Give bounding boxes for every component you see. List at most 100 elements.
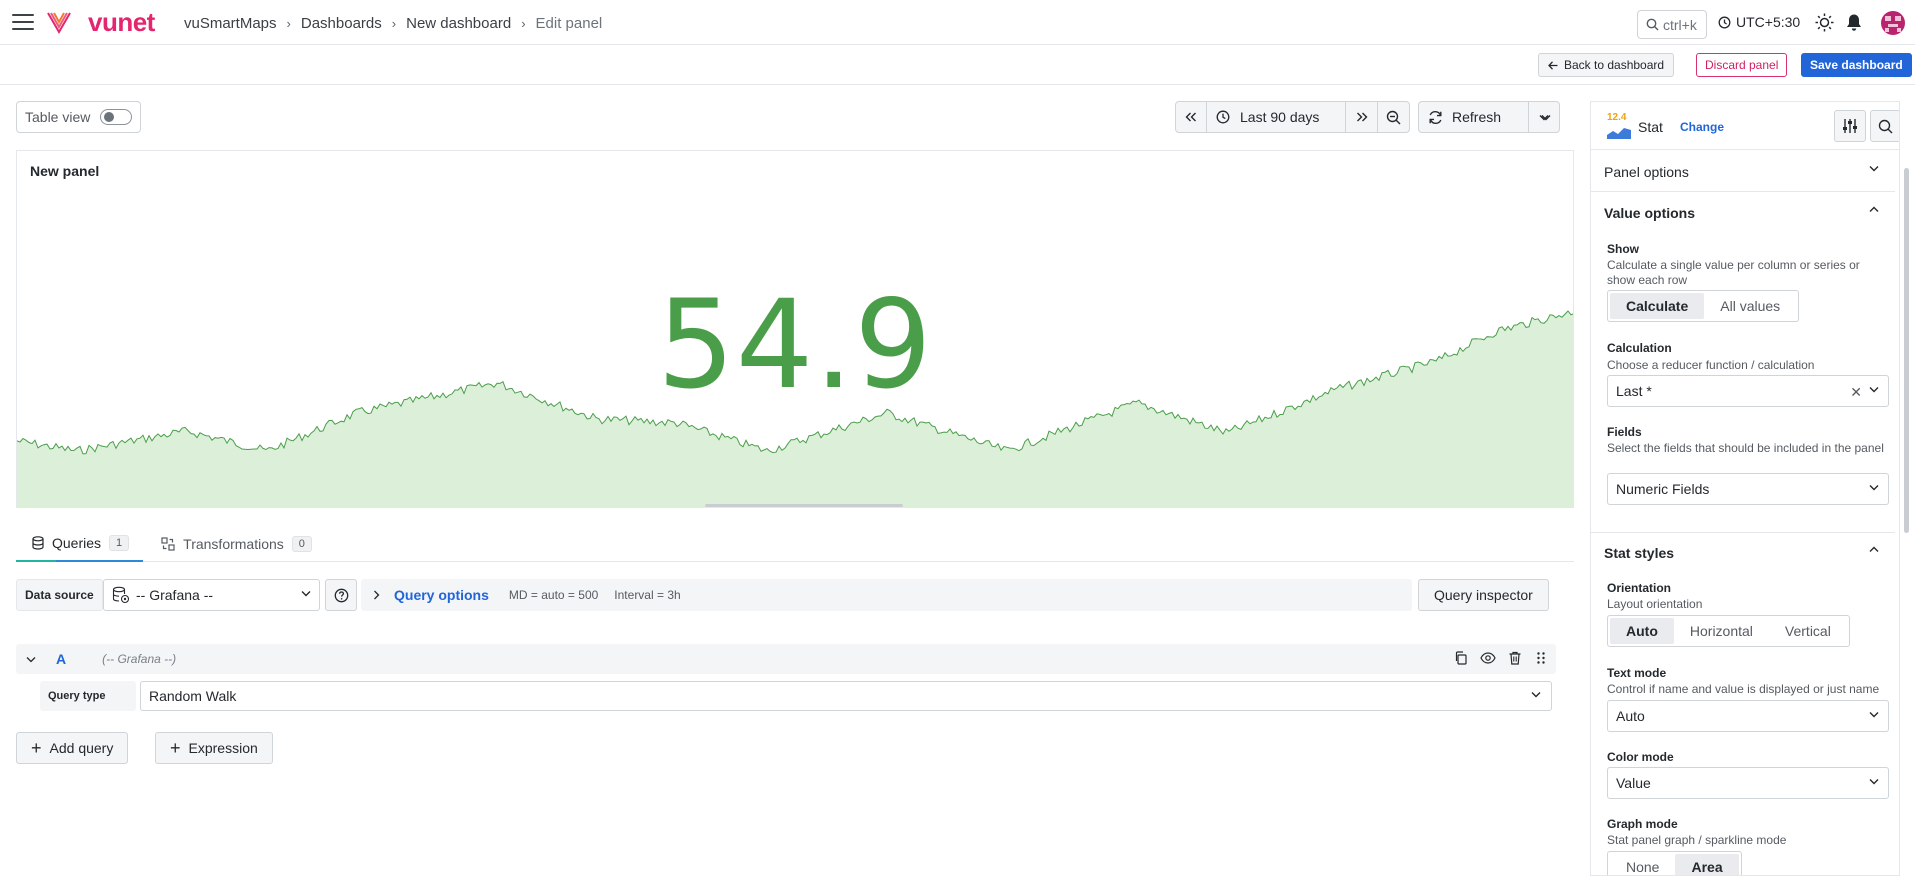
clock-icon	[1216, 110, 1230, 124]
query-inspector-button[interactable]: Query inspector	[1418, 579, 1549, 611]
stat-styles-section[interactable]: Stat styles	[1591, 532, 1895, 572]
orientation-auto-option[interactable]: Auto	[1610, 618, 1674, 644]
interval-info: Interval = 3h	[614, 588, 681, 602]
query-options-toggle[interactable]: Query options MD = auto = 500 Interval =…	[361, 579, 1412, 611]
avatar[interactable]	[1881, 11, 1905, 35]
options-scrollbar[interactable]	[1904, 168, 1909, 533]
orientation-radio-group: Auto Horizontal Vertical	[1607, 615, 1850, 647]
graph-mode-description: Stat panel graph / sparkline mode	[1607, 833, 1787, 847]
search-button[interactable]: ctrl+k	[1637, 10, 1707, 39]
query-row-header[interactable]: A (-- Grafana --)	[16, 644, 1556, 674]
show-calculate-option[interactable]: Calculate	[1610, 293, 1705, 319]
query-datasource-name: (-- Grafana --)	[102, 652, 177, 666]
theme-toggle-sun-icon[interactable]	[1815, 13, 1834, 32]
panel-preview: New panel 54.9	[16, 150, 1574, 508]
orientation-vertical-option[interactable]: Vertical	[1769, 618, 1847, 644]
time-range-picker[interactable]: Last 90 days	[1206, 101, 1551, 133]
grafana-datasource-icon	[112, 586, 130, 604]
search-shortcut: ctrl+k	[1663, 16, 1697, 33]
duplicate-query-icon[interactable]	[1454, 651, 1468, 665]
tab-transformations-count: 0	[291, 536, 312, 552]
graph-mode-none-option[interactable]: None	[1610, 854, 1675, 875]
panel-resize-handle[interactable]	[705, 504, 903, 507]
breadcrumb-edit-panel: Edit panel	[535, 15, 603, 32]
search-icon	[1878, 119, 1893, 133]
fields-select[interactable]: Numeric Fields	[1607, 473, 1889, 505]
data-source-help-button[interactable]	[325, 579, 357, 611]
back-to-dashboard-button[interactable]: Back to dashboard	[1538, 53, 1675, 77]
save-dashboard-button[interactable]: Save dashboard	[1801, 53, 1912, 77]
stat-styles-title: Stat styles	[1604, 544, 1675, 561]
breadcrumb-vusmartmaps[interactable]: vuSmartMaps	[184, 15, 277, 32]
top-navbar: vunet vuSmartMaps › Dashboards › New das…	[0, 0, 1915, 45]
all-options-button[interactable]	[1834, 110, 1866, 142]
text-mode-value: Auto	[1616, 708, 1645, 724]
orientation-horizontal-option[interactable]: Horizontal	[1674, 618, 1769, 644]
tab-queries-count: 1	[109, 535, 130, 551]
data-source-picker[interactable]: -- Grafana --	[103, 579, 320, 611]
table-view-switch[interactable]	[100, 109, 133, 125]
query-options-row: Data source -- Grafana -- Query options …	[16, 579, 1556, 611]
time-shift-forward-button[interactable]	[1345, 101, 1378, 133]
chevron-up-icon	[1869, 546, 1879, 552]
stat-icon-graph	[1607, 128, 1631, 139]
color-mode-select[interactable]: Value	[1607, 767, 1889, 799]
menu-icon[interactable]	[12, 14, 34, 30]
visualization-name[interactable]: Stat	[1638, 119, 1663, 135]
calculation-select[interactable]: Last * ✕	[1607, 375, 1889, 407]
chevron-down-icon	[1531, 692, 1541, 698]
drag-handle-icon[interactable]	[1534, 651, 1548, 665]
discard-panel-button[interactable]: Discard panel	[1696, 53, 1788, 77]
graph-mode-area-option[interactable]: Area	[1675, 854, 1739, 875]
calculation-value: Last *	[1616, 383, 1652, 399]
refresh-button[interactable]: Refresh	[1418, 101, 1529, 133]
change-visualization-link[interactable]: Change	[1680, 120, 1724, 134]
tab-transformations[interactable]: Transformations 0	[145, 526, 326, 562]
plus-icon: +	[170, 738, 181, 758]
timezone-label: UTC+5:30	[1736, 14, 1801, 30]
value-options-title: Value options	[1604, 205, 1696, 221]
breadcrumb-new-dashboard[interactable]: New dashboard	[406, 15, 511, 32]
color-mode-label: Color mode	[1607, 750, 1674, 764]
panel-options-title: Panel options	[1604, 163, 1689, 180]
zoom-out-icon	[1386, 110, 1401, 124]
back-to-dashboard-label: Back to dashboard	[1564, 58, 1665, 72]
query-type-select[interactable]: Random Walk	[140, 681, 1552, 711]
add-query-label: Add query	[49, 740, 114, 756]
panel-options-pane: 12.4 Stat Change Panel options Value opt…	[1590, 101, 1900, 876]
orientation-description: Layout orientation	[1607, 597, 1703, 611]
tab-queries[interactable]: Queries 1	[16, 526, 144, 562]
chevron-right-icon: ›	[521, 16, 526, 31]
data-source-label: Data source	[16, 579, 103, 611]
fields-value: Numeric Fields	[1616, 481, 1710, 497]
logo-text[interactable]: vunet	[88, 7, 155, 38]
notifications-bell-icon[interactable]	[1845, 13, 1863, 32]
chevron-down-icon[interactable]	[26, 656, 36, 663]
show-all-values-option[interactable]: All values	[1704, 293, 1796, 319]
delete-query-trash-icon[interactable]	[1508, 651, 1522, 665]
zoom-out-button[interactable]	[1377, 101, 1410, 133]
text-mode-select[interactable]: Auto	[1607, 700, 1889, 732]
add-expression-button[interactable]: + Expression	[155, 732, 273, 764]
table-view-label: Table view	[25, 109, 91, 125]
hide-response-eye-icon[interactable]	[1480, 651, 1496, 665]
timezone-display[interactable]: UTC+5:30	[1718, 14, 1800, 30]
search-options-button[interactable]	[1870, 110, 1899, 142]
query-ref-id[interactable]: A	[56, 651, 66, 667]
calculation-description: Choose a reducer function / calculation	[1607, 358, 1815, 372]
stat-icon-text: 12.4	[1607, 112, 1627, 123]
clear-icon[interactable]: ✕	[1850, 384, 1862, 401]
chevron-down-icon	[1869, 779, 1879, 785]
breadcrumb: vuSmartMaps › Dashboards › New dashboard…	[184, 15, 602, 32]
panel-title[interactable]: New panel	[30, 163, 99, 179]
table-view-toggle[interactable]: Table view	[16, 101, 141, 133]
query-type-value: Random Walk	[149, 688, 237, 704]
chevron-right-icon: ›	[391, 16, 397, 31]
breadcrumb-dashboards[interactable]: Dashboards	[301, 15, 382, 32]
chevron-right-icon	[374, 590, 380, 600]
value-options-section[interactable]: Value options	[1591, 193, 1895, 233]
stat-visualization-icon: 12.4	[1607, 113, 1631, 139]
add-query-button[interactable]: + Add query	[16, 732, 129, 764]
panel-options-section[interactable]: Panel options	[1591, 152, 1895, 192]
time-shift-back-button[interactable]	[1175, 101, 1207, 133]
